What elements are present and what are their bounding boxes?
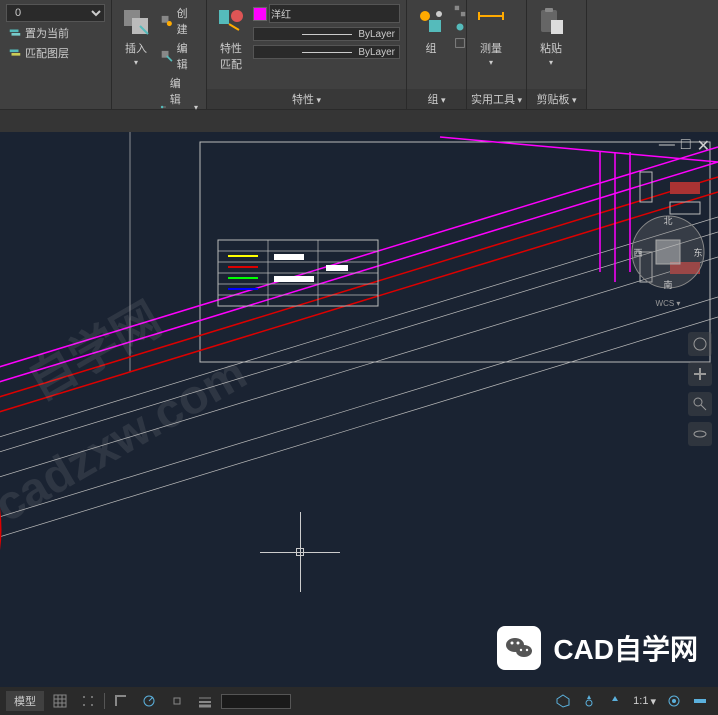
set-current-layer[interactable]: 置为当前 (6, 24, 105, 42)
edit-icon (160, 49, 174, 63)
match-props-label: 特性 匹配 (220, 40, 242, 72)
insert-label: 插入 (125, 40, 147, 56)
panel-utilities: 测量 ▾ 实用工具 (467, 0, 527, 109)
set-current-label: 置为当前 (25, 25, 69, 41)
clip-panel-label[interactable]: 剪贴板 (527, 89, 586, 109)
polar-toggle[interactable] (137, 691, 161, 711)
panel-block: 插入 ▾ 创建 编辑 编辑属性 ▾ 块 (112, 0, 207, 109)
ortho-toggle[interactable] (109, 691, 133, 711)
chevron-down-icon: ▾ (489, 58, 493, 67)
chevron-down-icon: ▾ (549, 58, 553, 67)
paste-icon (535, 6, 567, 38)
file-tabs[interactable] (0, 110, 718, 132)
util-panel-label[interactable]: 实用工具 (467, 89, 526, 109)
workspace-toggle[interactable] (662, 691, 686, 711)
svg-text:东: 东 (693, 247, 702, 258)
props-panel-label[interactable]: 特性 (207, 89, 406, 109)
group-tool-1[interactable] (453, 4, 467, 18)
layer-dropdown[interactable]: 0 (6, 4, 105, 22)
scale-display[interactable]: 1:1 ▾ (629, 693, 660, 710)
dropdown-arrow-icon: ▾ (134, 58, 138, 67)
lineweight-select[interactable]: ByLayer (253, 27, 400, 41)
maximize-icon[interactable]: □ (681, 136, 691, 156)
osnap-toggle[interactable] (165, 691, 189, 711)
measure-icon (475, 6, 507, 38)
svg-text:南: 南 (663, 279, 672, 290)
panel-group: 组 组 (407, 0, 467, 109)
create-icon (160, 14, 174, 28)
ribbon-toolbar: 0 置为当前 匹配图层 插入 ▾ 创 (0, 0, 718, 110)
group-button[interactable]: 组 (413, 4, 449, 87)
command-input[interactable] (221, 694, 291, 709)
annotation-scale[interactable] (577, 691, 601, 711)
linetype-select[interactable]: ByLayer (253, 45, 400, 59)
match-layer-label: 匹配图层 (25, 45, 69, 61)
panel-layers: 0 置为当前 匹配图层 (0, 0, 112, 109)
drawing-canvas[interactable]: cadzxw.com 自学网 北 南 东 西 WCS ▾ — □ ✕ (0, 132, 718, 697)
match-properties-button[interactable]: 特性 匹配 (213, 4, 249, 87)
grid-toggle[interactable] (48, 691, 72, 711)
paste-button[interactable]: 粘贴 ▾ (533, 4, 569, 87)
navigation-bar (688, 332, 712, 446)
model-tab[interactable]: 模型 (6, 691, 44, 711)
brand-text: CAD自学网 (553, 628, 698, 668)
group-label: 组 (426, 40, 437, 56)
snap-toggle[interactable] (76, 691, 100, 711)
match-props-icon (215, 6, 247, 38)
create-block[interactable]: 创建 (158, 4, 200, 38)
insert-icon (120, 6, 152, 38)
edit-label: 编辑 (177, 40, 198, 72)
paste-label: 粘贴 (540, 40, 562, 56)
lineweight-toggle[interactable] (193, 691, 217, 711)
nav-wheel-icon[interactable] (688, 332, 712, 356)
svg-text:西: 西 (633, 248, 642, 258)
group-icon (415, 6, 447, 38)
isometric-toggle[interactable] (551, 691, 575, 711)
pan-icon[interactable] (688, 362, 712, 386)
match-layer-icon (8, 46, 22, 60)
group-tool-2[interactable] (453, 20, 467, 34)
color-select[interactable]: 洋红 (269, 4, 400, 23)
panel-properties: 特性 匹配 洋红 ByLayer ByLayer 特性 (207, 0, 407, 109)
svg-text:WCS ▾: WCS ▾ (656, 299, 681, 308)
measure-button[interactable]: 测量 ▾ (473, 4, 509, 87)
brand-overlay: CAD自学网 (497, 626, 698, 670)
svg-text:北: 北 (663, 216, 672, 226)
anno-visibility[interactable] (603, 691, 627, 711)
drawing-content (0, 132, 718, 697)
create-label: 创建 (177, 5, 198, 37)
group-tool-3[interactable] (453, 36, 467, 50)
edit-block[interactable]: 编辑 (158, 39, 200, 73)
match-layer[interactable]: 匹配图层 (6, 44, 105, 62)
layer-current-icon (8, 26, 22, 40)
close-icon[interactable]: ✕ (697, 136, 710, 156)
status-more[interactable] (688, 691, 712, 711)
zoom-icon[interactable] (688, 392, 712, 416)
wechat-icon (497, 626, 541, 670)
measure-label: 测量 (480, 40, 502, 56)
viewport-controls: — □ ✕ (659, 136, 710, 156)
view-cube[interactable]: 北 南 东 西 WCS ▾ (628, 212, 688, 272)
color-swatch[interactable] (253, 7, 267, 21)
group-panel-label[interactable]: 组 (407, 89, 466, 109)
status-bar: 模型 1:1 ▾ (0, 687, 718, 715)
orbit-icon[interactable] (688, 422, 712, 446)
minimize-icon[interactable]: — (659, 136, 675, 156)
panel-clipboard: 粘贴 ▾ 剪贴板 (527, 0, 587, 109)
